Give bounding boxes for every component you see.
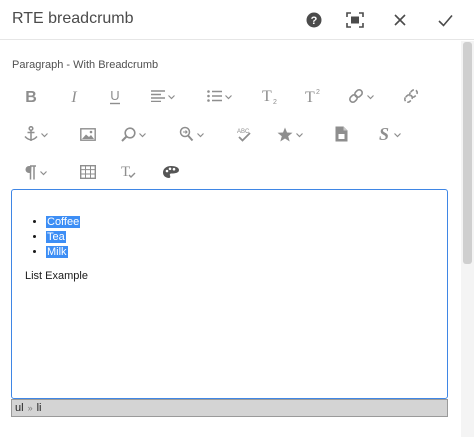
link-dropdown[interactable] xyxy=(348,85,374,107)
svg-text:T: T xyxy=(121,164,130,180)
svg-text:T: T xyxy=(305,89,315,105)
underline-button[interactable]: U xyxy=(108,85,122,107)
justify-icon xyxy=(151,90,165,102)
list-icon xyxy=(207,90,222,102)
done-button[interactable] xyxy=(433,9,457,31)
superscript-icon: T2 xyxy=(305,87,323,105)
close-button[interactable] xyxy=(388,9,412,31)
table-icon xyxy=(80,165,96,179)
field-label: Paragraph - With Breadcrumb xyxy=(12,59,159,71)
subscript-button[interactable]: T2 xyxy=(262,85,280,107)
special-characters-dropdown[interactable] xyxy=(277,123,303,145)
palette-icon xyxy=(162,165,180,179)
scrollbar-thumb[interactable] xyxy=(463,42,472,264)
source-edit-icon: T xyxy=(121,164,138,180)
superscript-button[interactable]: T2 xyxy=(305,85,323,107)
chevron-down-icon xyxy=(394,125,401,143)
star-icon xyxy=(277,127,293,142)
paragraph-format-dropdown[interactable] xyxy=(24,161,47,183)
svg-text:T: T xyxy=(262,88,272,105)
chevron-down-icon xyxy=(168,87,175,105)
find-replace-icon xyxy=(178,126,194,142)
selected-text: Milk xyxy=(46,246,68,258)
checkmark-icon xyxy=(437,14,453,27)
find-replace-dropdown[interactable] xyxy=(178,123,204,145)
breadcrumb-separator: » xyxy=(27,403,33,413)
justify-dropdown[interactable] xyxy=(151,85,175,107)
image-button[interactable] xyxy=(80,123,96,145)
chevron-down-icon xyxy=(225,87,232,105)
paste-button[interactable] xyxy=(335,123,348,145)
svg-text:I: I xyxy=(70,89,77,104)
lists-dropdown[interactable] xyxy=(207,85,232,107)
dialog-scrollbar[interactable] xyxy=(461,41,474,437)
source-edit-button[interactable]: T xyxy=(121,161,138,183)
dialog-titlebar: RTE breadcrumb ? xyxy=(0,0,474,40)
styles-dropdown[interactable]: S xyxy=(377,123,401,145)
svg-text:2: 2 xyxy=(273,99,277,105)
underline-icon: U xyxy=(108,88,122,105)
paste-icon xyxy=(335,126,348,142)
paragraph-text[interactable]: List Example xyxy=(25,270,88,282)
italic-icon: I xyxy=(68,88,80,104)
table-button[interactable] xyxy=(80,161,96,183)
link-icon xyxy=(348,88,364,104)
chevron-down-icon xyxy=(40,163,47,181)
chevron-down-icon xyxy=(197,125,204,143)
help-icon: ? xyxy=(306,12,322,28)
breadcrumb: ul » li xyxy=(11,399,448,417)
list-item[interactable]: Tea xyxy=(46,230,80,245)
anchor-icon xyxy=(24,126,38,142)
spellcheck-icon: ABC xyxy=(236,127,252,142)
bullet-list[interactable]: Coffee Tea Milk xyxy=(46,215,81,260)
list-item[interactable]: Milk xyxy=(46,245,80,260)
breadcrumb-item[interactable]: li xyxy=(37,402,42,414)
spellcheck-button[interactable]: ABC xyxy=(236,123,252,145)
chevron-down-icon xyxy=(296,125,303,143)
chevron-down-icon xyxy=(41,125,48,143)
breadcrumb-item[interactable]: ul xyxy=(15,402,24,414)
find-icon xyxy=(121,126,136,142)
svg-text:S: S xyxy=(379,125,389,143)
selected-text: Coffee xyxy=(46,216,81,228)
anchor-dropdown[interactable] xyxy=(24,123,48,145)
image-icon xyxy=(80,127,96,141)
italic-button[interactable]: I xyxy=(68,85,80,107)
svg-text:U: U xyxy=(110,88,119,103)
unlink-icon xyxy=(403,88,419,104)
fullscreen-icon xyxy=(346,12,364,28)
find-dropdown[interactable] xyxy=(121,123,146,145)
close-icon xyxy=(394,14,406,26)
paragraph-icon xyxy=(24,164,37,180)
dialog-title: RTE breadcrumb xyxy=(12,10,134,27)
help-button[interactable]: ? xyxy=(302,9,326,31)
rich-text-editor[interactable]: Coffee Tea Milk List Example xyxy=(11,189,448,399)
styles-icon: S xyxy=(377,125,391,143)
bold-button[interactable]: B xyxy=(24,85,38,107)
color-button[interactable] xyxy=(162,161,180,183)
selected-text: Tea xyxy=(46,231,66,243)
unlink-button[interactable] xyxy=(403,85,419,107)
list-item[interactable]: Coffee xyxy=(46,215,81,230)
bold-icon: B xyxy=(24,88,38,104)
svg-text:B: B xyxy=(25,89,37,104)
chevron-down-icon xyxy=(139,125,146,143)
chevron-down-icon xyxy=(367,87,374,105)
fullscreen-button[interactable] xyxy=(343,9,367,31)
svg-text:2: 2 xyxy=(316,89,320,96)
subscript-icon: T2 xyxy=(262,87,280,105)
svg-text:?: ? xyxy=(311,15,318,27)
